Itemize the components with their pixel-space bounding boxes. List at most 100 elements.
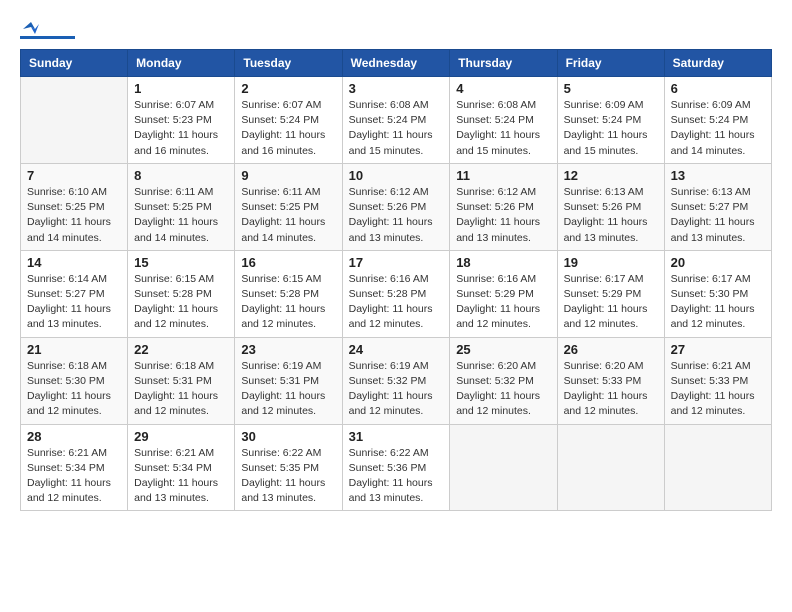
day-number: 11 (456, 168, 550, 183)
day-number: 1 (134, 81, 228, 96)
day-number: 2 (241, 81, 335, 96)
table-row: 15 Sunrise: 6:15 AM Sunset: 5:28 PM Dayli… (128, 250, 235, 337)
table-row: 14 Sunrise: 6:14 AM Sunset: 5:27 PM Dayli… (21, 250, 128, 337)
day-number: 12 (564, 168, 658, 183)
day-info: Sunrise: 6:16 AM Sunset: 5:28 PM Dayligh… (349, 272, 444, 333)
table-row: 21 Sunrise: 6:18 AM Sunset: 5:30 PM Dayli… (21, 337, 128, 424)
day-info: Sunrise: 6:09 AM Sunset: 5:24 PM Dayligh… (671, 98, 765, 159)
table-row: 20Sunrise: 6:17 AM Sunset: 5:30 PM Dayli… (664, 250, 771, 337)
table-row: 29Sunrise: 6:21 AM Sunset: 5:34 PM Dayli… (128, 424, 235, 511)
calendar-table: SundayMondayTuesdayWednesdayThursdayFrid… (20, 49, 772, 511)
day-info: Sunrise: 6:13 AM Sunset: 5:27 PM Dayligh… (671, 185, 765, 246)
day-info: Sunrise: 6:20 AM Sunset: 5:32 PM Dayligh… (456, 359, 550, 420)
table-row: 5 Sunrise: 6:09 AM Sunset: 5:24 PM Daylig… (557, 77, 664, 164)
day-number: 10 (349, 168, 444, 183)
day-number: 24 (349, 342, 444, 357)
table-row: 1 Sunrise: 6:07 AM Sunset: 5:23 PM Daylig… (128, 77, 235, 164)
day-info: Sunrise: 6:21 AM Sunset: 5:33 PM Dayligh… (671, 359, 765, 420)
day-number: 31 (349, 429, 444, 444)
calendar-week-row: 14 Sunrise: 6:14 AM Sunset: 5:27 PM Dayli… (21, 250, 772, 337)
day-number: 29 (134, 429, 228, 444)
calendar-header-friday: Friday (557, 50, 664, 77)
day-info: Sunrise: 6:11 AM Sunset: 5:25 PM Dayligh… (134, 185, 228, 246)
day-number: 14 (27, 255, 121, 270)
day-number: 19 (564, 255, 658, 270)
day-number: 17 (349, 255, 444, 270)
day-info: Sunrise: 6:09 AM Sunset: 5:24 PM Dayligh… (564, 98, 658, 159)
table-row: 4 Sunrise: 6:08 AM Sunset: 5:24 PM Daylig… (450, 77, 557, 164)
day-number: 4 (456, 81, 550, 96)
table-row (664, 424, 771, 511)
day-info: Sunrise: 6:08 AM Sunset: 5:24 PM Dayligh… (456, 98, 550, 159)
calendar-header-row: SundayMondayTuesdayWednesdayThursdayFrid… (21, 50, 772, 77)
table-row: 24 Sunrise: 6:19 AM Sunset: 5:32 PM Dayli… (342, 337, 450, 424)
page-header (20, 20, 772, 39)
day-number: 18 (456, 255, 550, 270)
table-row: 11 Sunrise: 6:12 AM Sunset: 5:26 PM Dayli… (450, 163, 557, 250)
day-info: Sunrise: 6:22 AM Sunset: 5:36 PM Dayligh… (349, 446, 444, 507)
day-number: 7 (27, 168, 121, 183)
day-info: Sunrise: 6:20 AM Sunset: 5:33 PM Dayligh… (564, 359, 658, 420)
table-row: 18Sunrise: 6:16 AM Sunset: 5:29 PM Dayli… (450, 250, 557, 337)
day-number: 16 (241, 255, 335, 270)
table-row: 6 Sunrise: 6:09 AM Sunset: 5:24 PM Daylig… (664, 77, 771, 164)
table-row: 2 Sunrise: 6:07 AM Sunset: 5:24 PM Daylig… (235, 77, 342, 164)
day-number: 8 (134, 168, 228, 183)
day-info: Sunrise: 6:21 AM Sunset: 5:34 PM Dayligh… (27, 446, 121, 507)
day-info: Sunrise: 6:17 AM Sunset: 5:29 PM Dayligh… (564, 272, 658, 333)
day-number: 3 (349, 81, 444, 96)
table-row: 26 Sunrise: 6:20 AM Sunset: 5:33 PM Dayli… (557, 337, 664, 424)
day-info: Sunrise: 6:19 AM Sunset: 5:31 PM Dayligh… (241, 359, 335, 420)
day-number: 26 (564, 342, 658, 357)
day-number: 25 (456, 342, 550, 357)
table-row: 28 Sunrise: 6:21 AM Sunset: 5:34 PM Dayli… (21, 424, 128, 511)
table-row: 10 Sunrise: 6:12 AM Sunset: 5:26 PM Dayli… (342, 163, 450, 250)
day-number: 23 (241, 342, 335, 357)
table-row: 25 Sunrise: 6:20 AM Sunset: 5:32 PM Dayli… (450, 337, 557, 424)
day-info: Sunrise: 6:07 AM Sunset: 5:23 PM Dayligh… (134, 98, 228, 159)
day-number: 13 (671, 168, 765, 183)
calendar-header-saturday: Saturday (664, 50, 771, 77)
calendar-header-sunday: Sunday (21, 50, 128, 77)
table-row: 13 Sunrise: 6:13 AM Sunset: 5:27 PM Dayli… (664, 163, 771, 250)
day-info: Sunrise: 6:18 AM Sunset: 5:30 PM Dayligh… (27, 359, 121, 420)
table-row: 16Sunrise: 6:15 AM Sunset: 5:28 PM Dayli… (235, 250, 342, 337)
day-info: Sunrise: 6:14 AM Sunset: 5:27 PM Dayligh… (27, 272, 121, 333)
calendar-week-row: 1 Sunrise: 6:07 AM Sunset: 5:23 PM Daylig… (21, 77, 772, 164)
calendar-header-monday: Monday (128, 50, 235, 77)
calendar-week-row: 28 Sunrise: 6:21 AM Sunset: 5:34 PM Dayli… (21, 424, 772, 511)
table-row: 7 Sunrise: 6:10 AM Sunset: 5:25 PM Daylig… (21, 163, 128, 250)
table-row: 9 Sunrise: 6:11 AM Sunset: 5:25 PM Daylig… (235, 163, 342, 250)
calendar-header-tuesday: Tuesday (235, 50, 342, 77)
day-number: 15 (134, 255, 228, 270)
day-number: 5 (564, 81, 658, 96)
calendar-week-row: 21 Sunrise: 6:18 AM Sunset: 5:30 PM Dayli… (21, 337, 772, 424)
table-row: 3 Sunrise: 6:08 AM Sunset: 5:24 PM Daylig… (342, 77, 450, 164)
day-info: Sunrise: 6:12 AM Sunset: 5:26 PM Dayligh… (456, 185, 550, 246)
logo-underline (20, 36, 75, 39)
calendar-week-row: 7 Sunrise: 6:10 AM Sunset: 5:25 PM Daylig… (21, 163, 772, 250)
day-info: Sunrise: 6:08 AM Sunset: 5:24 PM Dayligh… (349, 98, 444, 159)
day-number: 22 (134, 342, 228, 357)
table-row: 27Sunrise: 6:21 AM Sunset: 5:33 PM Dayli… (664, 337, 771, 424)
day-number: 30 (241, 429, 335, 444)
calendar-header-thursday: Thursday (450, 50, 557, 77)
day-info: Sunrise: 6:13 AM Sunset: 5:26 PM Dayligh… (564, 185, 658, 246)
day-info: Sunrise: 6:11 AM Sunset: 5:25 PM Dayligh… (241, 185, 335, 246)
day-info: Sunrise: 6:12 AM Sunset: 5:26 PM Dayligh… (349, 185, 444, 246)
table-row: 17 Sunrise: 6:16 AM Sunset: 5:28 PM Dayli… (342, 250, 450, 337)
table-row: 8 Sunrise: 6:11 AM Sunset: 5:25 PM Daylig… (128, 163, 235, 250)
day-info: Sunrise: 6:15 AM Sunset: 5:28 PM Dayligh… (134, 272, 228, 333)
table-row (21, 77, 128, 164)
day-info: Sunrise: 6:10 AM Sunset: 5:25 PM Dayligh… (27, 185, 121, 246)
logo (20, 20, 75, 39)
table-row: 19 Sunrise: 6:17 AM Sunset: 5:29 PM Dayli… (557, 250, 664, 337)
day-number: 9 (241, 168, 335, 183)
day-info: Sunrise: 6:17 AM Sunset: 5:30 PM Dayligh… (671, 272, 765, 333)
day-number: 6 (671, 81, 765, 96)
day-number: 28 (27, 429, 121, 444)
day-number: 21 (27, 342, 121, 357)
day-info: Sunrise: 6:19 AM Sunset: 5:32 PM Dayligh… (349, 359, 444, 420)
table-row (557, 424, 664, 511)
day-info: Sunrise: 6:07 AM Sunset: 5:24 PM Dayligh… (241, 98, 335, 159)
